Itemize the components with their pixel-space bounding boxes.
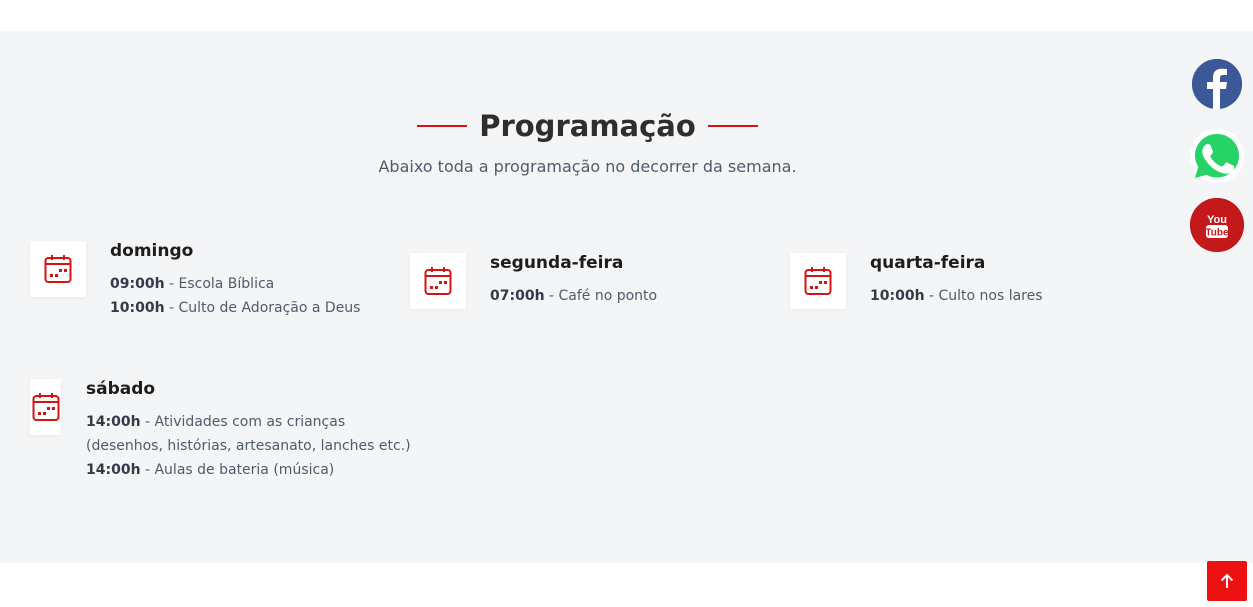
schedule-text: quarta-feira 10:00h - Culto nos lares (870, 253, 1043, 309)
section-header: Programação Abaixo toda a programação no… (0, 109, 1175, 176)
calendar-icon (804, 267, 832, 295)
day-title: quarta-feira (870, 253, 986, 273)
entry-time: 07:00h (490, 288, 545, 304)
schedule-entry: 07:00h - Café no ponto (490, 284, 657, 308)
schedule-entry: 10:00h - Culto nos lares (870, 284, 1043, 308)
back-to-top-button[interactable] (1207, 561, 1247, 601)
schedule-entry: 14:00h - Atividades com as crianças (86, 410, 411, 434)
schedule-item-quarta-feira: quarta-feira 10:00h - Culto nos lares (790, 253, 1043, 309)
entry-activity: - Escola Bíblica (164, 276, 275, 292)
entry-time: 10:00h (870, 288, 925, 304)
facebook-icon (1192, 59, 1242, 109)
whatsapp-icon (1195, 134, 1239, 178)
entry-time: 09:00h (110, 276, 165, 292)
section-title: Programação (479, 109, 696, 143)
schedule-entry: 09:00h - Escola Bíblica (110, 272, 360, 296)
youtube-label-bottom: Tube (1205, 228, 1229, 239)
calendar-icon-box (790, 253, 846, 309)
entry-activity: (desenhos, histórias, artesanato, lanche… (86, 438, 411, 454)
entry-activity: - Atividades com as crianças (140, 414, 346, 430)
schedule-entry: (desenhos, histórias, artesanato, lanche… (86, 434, 411, 458)
day-title: domingo (110, 241, 194, 261)
entry-activity: - Culto nos lares (924, 288, 1043, 304)
calendar-icon-box (410, 253, 466, 309)
day-title: sábado (86, 379, 156, 399)
schedule-text: segunda-feira 07:00h - Café no ponto (490, 253, 657, 309)
entry-time: 14:00h (86, 462, 141, 478)
entry-activity: - Aulas de bateria (música) (140, 462, 335, 478)
schedule-entry: 10:00h - Culto de Adoração a Deus (110, 296, 360, 320)
section-subtitle: Abaixo toda a programação no decorrer da… (378, 157, 797, 176)
title-left-rule (417, 125, 468, 127)
calendar-icon (424, 267, 452, 295)
arrow-up-icon (1220, 573, 1234, 588)
youtube-label-top: You (1207, 214, 1227, 226)
calendar-icon (44, 255, 72, 283)
youtube-icon: You Tube (1190, 198, 1244, 252)
youtube-button[interactable]: You Tube (1190, 198, 1244, 252)
programacao-section: Programação Abaixo toda a programação no… (0, 31, 1253, 563)
entry-time: 14:00h (86, 414, 141, 430)
schedule-text: domingo 09:00h - Escola Bíblica 10:00h -… (110, 241, 360, 320)
calendar-icon (32, 393, 59, 421)
calendar-icon-box (30, 241, 86, 297)
facebook-button[interactable] (1192, 59, 1242, 109)
entry-activity: - Café no ponto (544, 288, 658, 304)
title-right-rule (707, 125, 758, 127)
schedule-item-segunda-feira: segunda-feira 07:00h - Café no ponto (410, 253, 657, 309)
entry-time: 10:00h (110, 300, 165, 316)
calendar-icon-box (30, 379, 61, 435)
day-title: segunda-feira (490, 253, 624, 273)
entry-activity: - Culto de Adoração a Deus (164, 300, 361, 316)
schedule-text: sábado 14:00h - Atividades com as crianç… (86, 379, 411, 482)
schedule-item-domingo: domingo 09:00h - Escola Bíblica 10:00h -… (30, 241, 360, 320)
schedule-entry: 14:00h - Aulas de bateria (música) (86, 458, 411, 482)
whatsapp-button[interactable] (1190, 129, 1244, 183)
schedule-item-sabado: sábado 14:00h - Atividades com as crianç… (30, 379, 411, 482)
